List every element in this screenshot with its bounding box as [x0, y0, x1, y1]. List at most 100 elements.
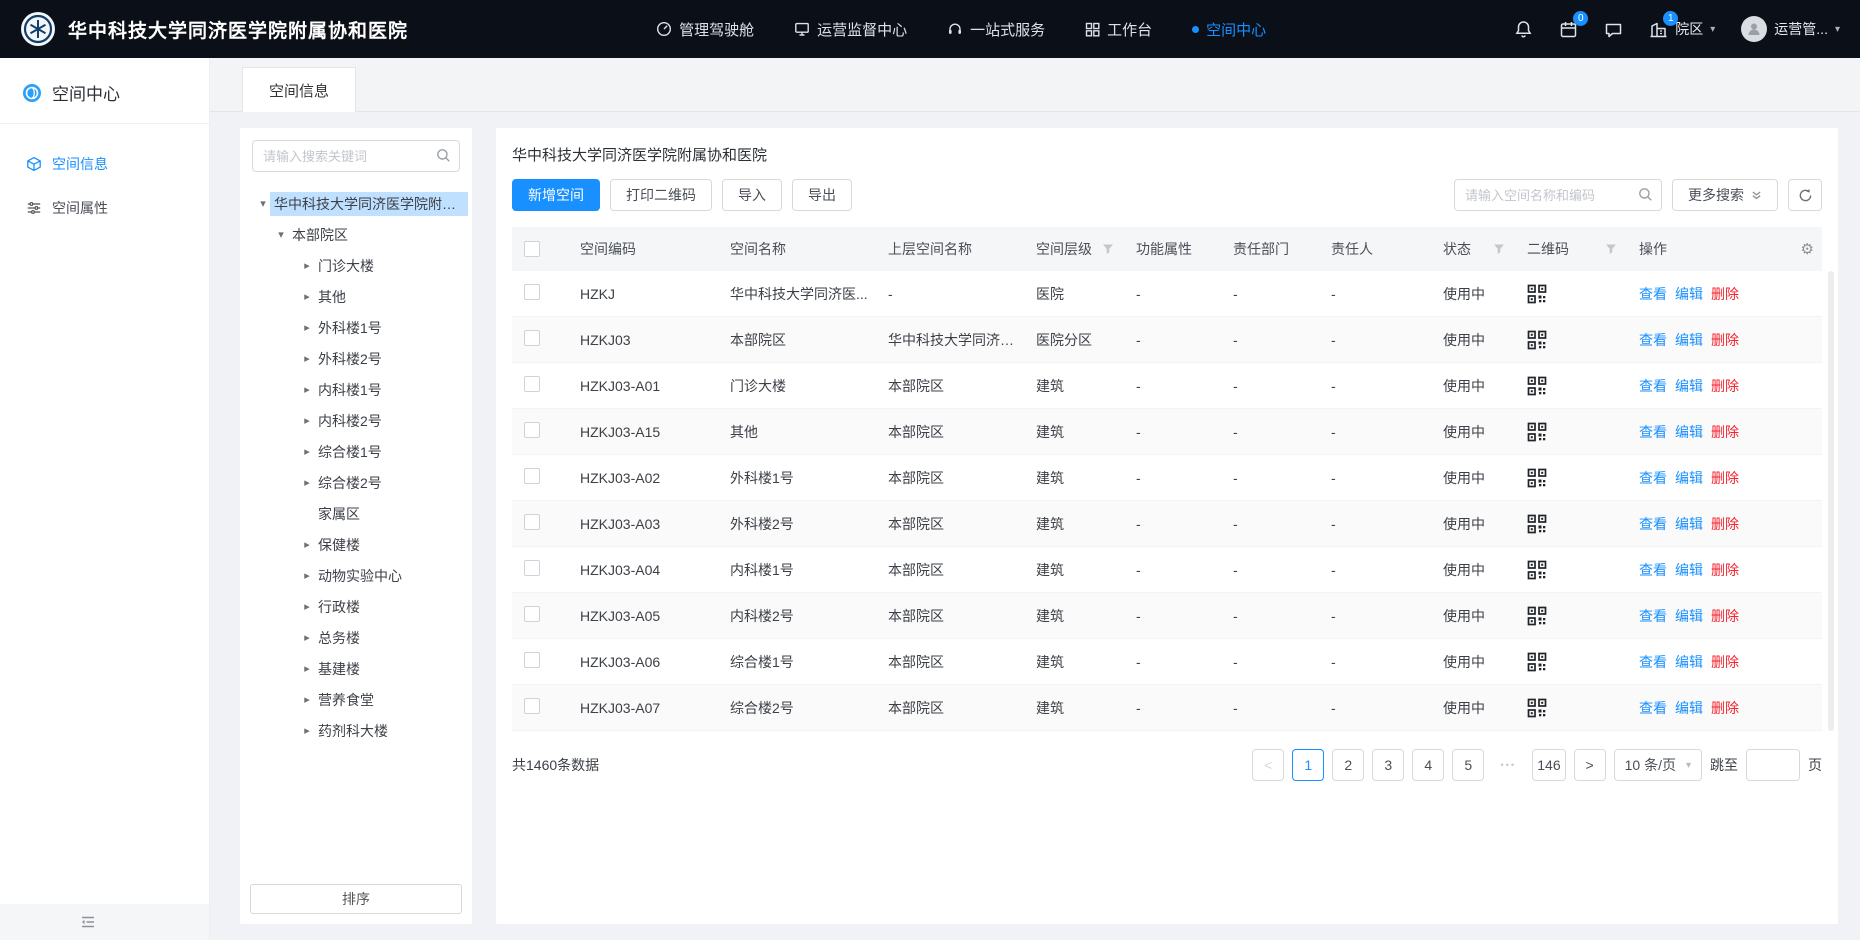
qr-code-icon[interactable] [1527, 422, 1547, 442]
edit-link[interactable]: 编辑 [1675, 330, 1703, 350]
delete-link[interactable]: 删除 [1711, 514, 1739, 534]
tab-space-info[interactable]: 空间信息 [242, 67, 356, 112]
filter-icon[interactable] [1605, 243, 1617, 255]
row-checkbox[interactable] [524, 606, 540, 622]
qr-code-icon[interactable] [1527, 560, 1547, 580]
nav-item-one-stop-service[interactable]: 一站式服务 [947, 0, 1045, 58]
view-link[interactable]: 查看 [1639, 468, 1667, 488]
tree-expand-icon[interactable] [300, 569, 314, 582]
pagination-item[interactable]: > [1574, 749, 1606, 781]
page-size-select[interactable]: 10 条/页 ▾ [1614, 749, 1702, 781]
pagination-item[interactable]: < [1252, 749, 1284, 781]
jump-page-input[interactable] [1746, 749, 1800, 781]
edit-link[interactable]: 编辑 [1675, 422, 1703, 442]
nav-item-space-center[interactable]: 空间中心 [1192, 0, 1266, 58]
qr-code-icon[interactable] [1527, 652, 1547, 672]
qr-code-icon[interactable] [1527, 698, 1547, 718]
tree-node[interactable]: 总务楼 [244, 622, 468, 653]
tree-node-label[interactable]: 内科楼1号 [314, 378, 386, 402]
qr-code-icon[interactable] [1527, 376, 1547, 396]
tree-expand-icon[interactable] [274, 228, 288, 241]
qr-code-icon[interactable] [1527, 330, 1547, 350]
nav-item-dashboard[interactable]: 管理驾驶舱 [656, 0, 754, 58]
tree-node[interactable]: 外科楼2号 [244, 343, 468, 374]
table-scrollbar[interactable] [1828, 271, 1834, 731]
tree-node-label[interactable]: 其他 [314, 285, 350, 309]
tree-node[interactable]: 综合楼1号 [244, 436, 468, 467]
edit-link[interactable]: 编辑 [1675, 514, 1703, 534]
row-checkbox[interactable] [524, 284, 540, 300]
delete-link[interactable]: 删除 [1711, 330, 1739, 350]
tree-node[interactable]: 营养食堂 [244, 684, 468, 715]
tree-node-label[interactable]: 总务楼 [314, 626, 364, 650]
tree-node[interactable]: 门诊大楼 [244, 250, 468, 281]
view-link[interactable]: 查看 [1639, 560, 1667, 580]
filter-icon[interactable] [1493, 243, 1505, 255]
tree-node[interactable]: 本部院区 [244, 219, 468, 250]
tree-node-label[interactable]: 外科楼1号 [314, 316, 386, 340]
delete-link[interactable]: 删除 [1711, 284, 1739, 304]
pagination-item[interactable]: 5 [1452, 749, 1484, 781]
tree-node[interactable]: 动物实验中心 [244, 560, 468, 591]
tree-expand-icon[interactable] [300, 383, 314, 396]
pagination-item[interactable]: 2 [1332, 749, 1364, 781]
row-checkbox[interactable] [524, 468, 540, 484]
tree-node[interactable]: 药剂科大楼 [244, 715, 468, 746]
delete-link[interactable]: 删除 [1711, 376, 1739, 396]
tree-expand-icon[interactable] [300, 352, 314, 365]
tree-node-label[interactable]: 本部院区 [288, 223, 352, 247]
tree-node[interactable]: 其他 [244, 281, 468, 312]
tree-expand-icon[interactable] [300, 693, 314, 706]
tree-node-label[interactable]: 外科楼2号 [314, 347, 386, 371]
edit-link[interactable]: 编辑 [1675, 698, 1703, 718]
pagination-item[interactable]: 4 [1412, 749, 1444, 781]
tree-node-label[interactable]: 家属区 [314, 502, 364, 526]
delete-link[interactable]: 删除 [1711, 698, 1739, 718]
view-link[interactable]: 查看 [1639, 330, 1667, 350]
tree-expand-icon[interactable] [300, 321, 314, 334]
view-link[interactable]: 查看 [1639, 652, 1667, 672]
tree-node[interactable]: 行政楼 [244, 591, 468, 622]
user-menu[interactable]: 运营管... ▾ [1741, 16, 1840, 42]
sidebar-item-space-info[interactable]: 空间信息 [0, 142, 209, 186]
nav-item-operation-monitor[interactable]: 运营监督中心 [794, 0, 907, 58]
qr-code-icon[interactable] [1527, 284, 1547, 304]
tree-expand-icon[interactable] [300, 290, 314, 303]
sort-button[interactable]: 排序 [250, 884, 462, 914]
tree-node[interactable]: 华中科技大学同济医学院附属协... [244, 188, 468, 219]
edit-link[interactable]: 编辑 [1675, 606, 1703, 626]
tree-node-label[interactable]: 基建楼 [314, 657, 364, 681]
row-checkbox[interactable] [524, 514, 540, 530]
pagination-item[interactable]: 146 [1532, 749, 1565, 781]
filter-icon[interactable] [1102, 243, 1114, 255]
tree-expand-icon[interactable] [300, 631, 314, 644]
tree-expand-icon[interactable] [300, 600, 314, 613]
tree-search-input[interactable] [252, 140, 460, 172]
edit-link[interactable]: 编辑 [1675, 284, 1703, 304]
view-link[interactable]: 查看 [1639, 422, 1667, 442]
message-button[interactable] [1604, 20, 1623, 39]
sidebar-item-space-attributes[interactable]: 空间属性 [0, 186, 209, 230]
more-search-button[interactable]: 更多搜索 [1672, 179, 1778, 211]
tree-expand-icon[interactable] [300, 662, 314, 675]
qr-code-icon[interactable] [1527, 606, 1547, 626]
add-space-button[interactable]: 新增空间 [512, 179, 600, 211]
delete-link[interactable]: 删除 [1711, 652, 1739, 672]
tree-node[interactable]: 综合楼2号 [244, 467, 468, 498]
row-checkbox[interactable] [524, 376, 540, 392]
view-link[interactable]: 查看 [1639, 376, 1667, 396]
view-link[interactable]: 查看 [1639, 284, 1667, 304]
tree-node[interactable]: 家属区 [244, 498, 468, 529]
refresh-button[interactable] [1788, 179, 1822, 211]
nav-item-workbench[interactable]: 工作台 [1085, 0, 1152, 58]
tree-node-label[interactable]: 内科楼2号 [314, 409, 386, 433]
import-button[interactable]: 导入 [722, 179, 782, 211]
qr-code-icon[interactable] [1527, 514, 1547, 534]
row-checkbox[interactable] [524, 560, 540, 576]
tree-expand-icon[interactable] [256, 197, 270, 210]
delete-link[interactable]: 删除 [1711, 560, 1739, 580]
row-checkbox[interactable] [524, 330, 540, 346]
row-checkbox[interactable] [524, 698, 540, 714]
row-checkbox[interactable] [524, 652, 540, 668]
edit-link[interactable]: 编辑 [1675, 376, 1703, 396]
